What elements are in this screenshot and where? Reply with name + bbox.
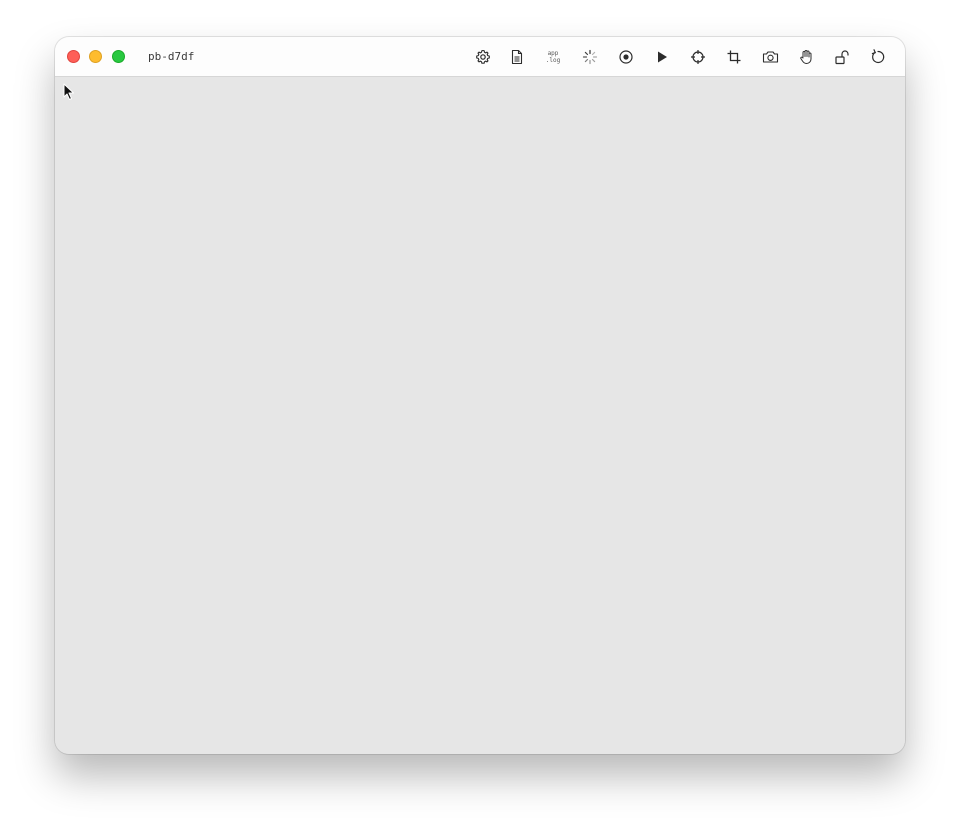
close-window-button[interactable] bbox=[67, 50, 80, 63]
camera-icon bbox=[762, 51, 778, 63]
crop-button[interactable] bbox=[723, 46, 745, 68]
reset-button[interactable] bbox=[867, 46, 889, 68]
maximize-window-button[interactable] bbox=[112, 50, 125, 63]
document-button[interactable] bbox=[506, 46, 528, 68]
target-button[interactable] bbox=[687, 46, 709, 68]
lock-button[interactable] bbox=[831, 46, 853, 68]
app-log-button[interactable]: app .log bbox=[542, 46, 564, 68]
screenshot-button[interactable] bbox=[759, 46, 781, 68]
minimize-window-button[interactable] bbox=[89, 50, 102, 63]
app-log-line1: app bbox=[547, 50, 559, 57]
app-log-icon: app .log bbox=[546, 50, 560, 64]
settings-button[interactable] bbox=[472, 46, 494, 68]
hand-icon bbox=[800, 50, 812, 64]
content-area[interactable] bbox=[55, 77, 905, 754]
mouse-pointer-icon bbox=[63, 83, 74, 100]
record-icon bbox=[619, 50, 633, 64]
document-icon bbox=[511, 49, 523, 65]
crosshair-icon bbox=[691, 50, 705, 64]
record-button[interactable] bbox=[615, 46, 637, 68]
unlock-icon bbox=[835, 50, 849, 65]
app-log-line2: .log bbox=[545, 57, 561, 64]
rotate-icon bbox=[871, 49, 885, 64]
window-title: pb-d7df bbox=[148, 50, 195, 63]
play-icon bbox=[658, 51, 667, 63]
gear-icon bbox=[476, 49, 490, 64]
crop-icon bbox=[727, 50, 741, 64]
app-window: pb-d7df app .log bbox=[55, 37, 905, 754]
pan-button[interactable] bbox=[795, 46, 817, 68]
loading-button[interactable] bbox=[579, 46, 601, 68]
loading-spinner-icon bbox=[582, 49, 598, 65]
title-bar: pb-d7df app .log bbox=[55, 37, 905, 77]
play-button[interactable] bbox=[651, 46, 673, 68]
